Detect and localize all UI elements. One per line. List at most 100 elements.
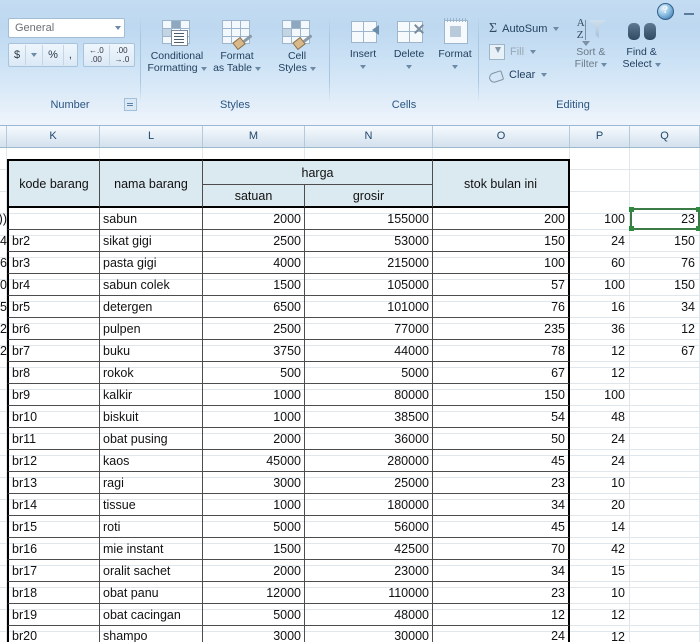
cell-nama-barang[interactable]: kalkir — [100, 384, 203, 406]
cell-harga-grosir[interactable]: 110000 — [305, 582, 433, 604]
cell-harga-satuan[interactable]: 2500 — [203, 230, 305, 252]
cell-nama-barang[interactable]: buku — [100, 340, 203, 362]
cell-column-p[interactable]: 12 — [570, 604, 630, 626]
cell-harga-satuan[interactable]: 5000 — [203, 604, 305, 626]
cell-kode-barang[interactable] — [7, 208, 100, 230]
cell-nama-barang[interactable]: mie instant — [100, 538, 203, 560]
cell-harga-satuan[interactable]: 3000 — [203, 626, 305, 642]
cell-column-q[interactable] — [630, 538, 700, 560]
cell-stok-bulan-ini[interactable]: 67 — [433, 362, 570, 384]
cell-kode-barang[interactable]: br9 — [7, 384, 100, 406]
clipped-column-cell[interactable] — [0, 428, 7, 450]
cell-nama-barang[interactable]: detergen — [100, 296, 203, 318]
table-row[interactable]: br12kaos450002800004524 — [0, 450, 700, 472]
cell-column-p[interactable]: 24 — [570, 230, 630, 252]
clipped-column-cell[interactable] — [0, 362, 7, 384]
cell-stok-bulan-ini[interactable]: 235 — [433, 318, 570, 340]
cell-column-p[interactable]: 16 — [570, 296, 630, 318]
clipped-column-cell[interactable]: 4 — [0, 230, 7, 252]
cell-kode-barang[interactable]: br11 — [7, 428, 100, 450]
cell-nama-barang[interactable]: shampo — [100, 626, 203, 642]
cell-nama-barang[interactable]: obat panu — [100, 582, 203, 604]
cell-stok-bulan-ini[interactable]: 24 — [433, 626, 570, 642]
cell-column-p[interactable]: 36 — [570, 318, 630, 340]
cell-stok-bulan-ini[interactable]: 57 — [433, 274, 570, 296]
clipped-column-cell[interactable]: 5 — [0, 296, 7, 318]
cell-nama-barang[interactable]: pulpen — [100, 318, 203, 340]
clipped-column-cell[interactable]: 2 — [0, 318, 7, 340]
cell-column-p[interactable]: 10 — [570, 472, 630, 494]
cell-column-p[interactable]: 14 — [570, 516, 630, 538]
cell-harga-satuan[interactable]: 1000 — [203, 494, 305, 516]
cell-nama-barang[interactable]: kaos — [100, 450, 203, 472]
cell-column-p[interactable]: 12 — [570, 362, 630, 384]
cell-nama-barang[interactable]: roti — [100, 516, 203, 538]
cell-harga-grosir[interactable]: 215000 — [305, 252, 433, 274]
cell-nama-barang[interactable]: sikat gigi — [100, 230, 203, 252]
cell-column-q[interactable] — [630, 582, 700, 604]
table-row[interactable]: 4br2sikat gigi25005300015024150 — [0, 230, 700, 252]
cell-column-q[interactable] — [630, 472, 700, 494]
cell-stok-bulan-ini[interactable]: 200 — [433, 208, 570, 230]
clipped-column-cell[interactable] — [0, 406, 7, 428]
column-header-partial[interactable] — [0, 126, 7, 147]
cell-nama-barang[interactable]: pasta gigi — [100, 252, 203, 274]
cell-stok-bulan-ini[interactable]: 100 — [433, 252, 570, 274]
cell-column-p[interactable]: 42 — [570, 538, 630, 560]
cell-harga-grosir[interactable]: 48000 — [305, 604, 433, 626]
cell-nama-barang[interactable]: obat cacingan — [100, 604, 203, 626]
table-row[interactable]: br13ragi3000250002310 — [0, 472, 700, 494]
percent-style-button[interactable]: % — [43, 45, 64, 65]
column-header-P[interactable]: P — [570, 126, 630, 147]
cell-stok-bulan-ini[interactable]: 150 — [433, 384, 570, 406]
cell-column-q[interactable] — [630, 494, 700, 516]
cell-stok-bulan-ini[interactable]: 45 — [433, 516, 570, 538]
table-row[interactable]: br17oralit sachet2000230003415 — [0, 560, 700, 582]
clipped-column-cell[interactable] — [0, 560, 7, 582]
table-row[interactable]: br19obat cacingan5000480001212 — [0, 604, 700, 626]
cell-stok-bulan-ini[interactable]: 54 — [433, 406, 570, 428]
clipped-column-cell[interactable] — [0, 604, 7, 626]
cell-column-q[interactable] — [630, 450, 700, 472]
cell-harga-grosir[interactable]: 38500 — [305, 406, 433, 428]
cell-column-q[interactable]: 12 — [630, 318, 700, 340]
table-row[interactable]: br16mie instant1500425007042 — [0, 538, 700, 560]
cell-kode-barang[interactable]: br19 — [7, 604, 100, 626]
cell-column-p[interactable]: 12 — [570, 626, 630, 642]
cell-harga-grosir[interactable]: 180000 — [305, 494, 433, 516]
cell-column-q[interactable]: 23 — [630, 208, 700, 230]
clipped-column-cell[interactable]: ")) — [0, 208, 7, 230]
table-row[interactable]: 5br5detergen6500101000761634 — [0, 296, 700, 318]
decrease-decimal-button[interactable]: .00 →.0 — [110, 45, 135, 65]
cell-kode-barang[interactable]: br4 — [7, 274, 100, 296]
cell-kode-barang[interactable]: br20 — [7, 626, 100, 642]
cell-harga-satuan[interactable]: 1500 — [203, 274, 305, 296]
cell-column-q[interactable] — [630, 626, 700, 642]
cell-column-q[interactable]: 67 — [630, 340, 700, 362]
table-row[interactable]: br8rokok50050006712 — [0, 362, 700, 384]
cell-kode-barang[interactable]: br5 — [7, 296, 100, 318]
table-row[interactable]: br9kalkir100080000150100 — [0, 384, 700, 406]
cell-column-q[interactable] — [630, 406, 700, 428]
clipped-column-cell[interactable] — [0, 516, 7, 538]
column-header-O[interactable]: O — [433, 126, 570, 147]
cell-column-p[interactable]: 12 — [570, 340, 630, 362]
cell-kode-barang[interactable]: br16 — [7, 538, 100, 560]
cell-column-p[interactable]: 15 — [570, 560, 630, 582]
cell-nama-barang[interactable]: sabun colek — [100, 274, 203, 296]
cell-column-p[interactable]: 20 — [570, 494, 630, 516]
clipped-column-cell[interactable] — [0, 626, 7, 642]
format-cells-button[interactable]: Format — [432, 18, 478, 72]
cell-styles-button[interactable]: Cell Styles — [267, 18, 327, 74]
cell-kode-barang[interactable]: br8 — [7, 362, 100, 384]
delete-cells-button[interactable]: Delete — [386, 18, 432, 72]
clipped-column-cell[interactable]: 2 — [0, 340, 7, 362]
cell-harga-satuan[interactable]: 3750 — [203, 340, 305, 362]
clipped-column-cell[interactable] — [0, 472, 7, 494]
number-dialog-launcher[interactable] — [124, 98, 137, 111]
cell-column-p[interactable]: 100 — [570, 274, 630, 296]
cell-harga-grosir[interactable]: 25000 — [305, 472, 433, 494]
cell-stok-bulan-ini[interactable]: 34 — [433, 494, 570, 516]
table-row[interactable]: br20shampo3000300002412 — [0, 626, 700, 642]
cell-harga-grosir[interactable]: 42500 — [305, 538, 433, 560]
